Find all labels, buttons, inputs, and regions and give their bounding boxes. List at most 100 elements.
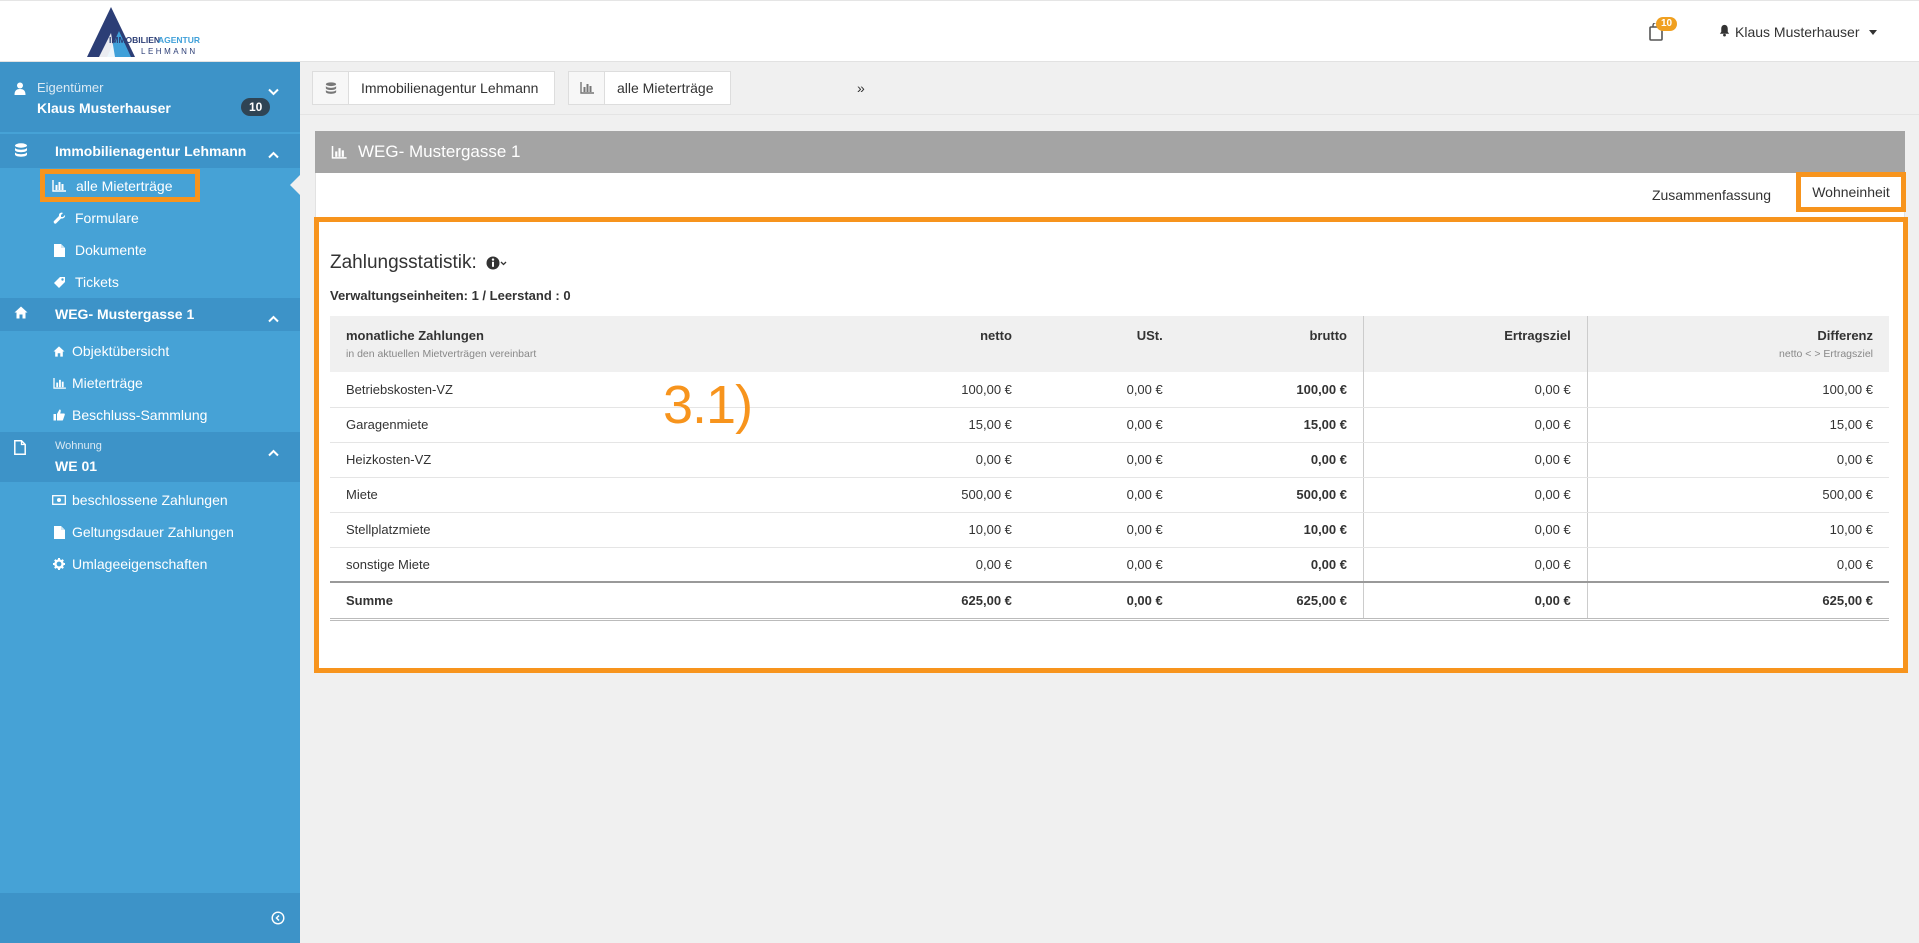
panel-tabs: Zusammenfassung xyxy=(315,173,1905,218)
sidebar-item-objektuebersicht[interactable]: Objektübersicht xyxy=(0,335,300,367)
database-icon xyxy=(313,72,349,104)
breadcrumb: Immobilienagentur Lehmann » alle Mietert… xyxy=(300,62,1919,115)
table-sum-row: Summe 625,00 €0,00 €625,00 €0,00 €625,00 … xyxy=(330,581,1889,621)
cell-ust: 0,00 € xyxy=(1027,372,1179,408)
sidebar-item-geltungsdauer-zahlungen[interactable]: Geltungsdauer Zahlungen xyxy=(0,516,300,548)
statistics-heading: Zahlungsstatistik: xyxy=(330,252,508,274)
sidebar-item-beschluss-sammlung[interactable]: Beschluss-Sammlung xyxy=(0,399,300,431)
tab-zusammenfassung[interactable]: Zusammenfassung xyxy=(1652,187,1771,203)
svg-text:LEHMANN: LEHMANN xyxy=(141,47,198,56)
step-annotation: 3.1) xyxy=(663,375,753,435)
sidebar-item-label: Mieterträge xyxy=(72,375,143,391)
bar-chart-icon xyxy=(52,179,66,192)
cell-differenz: 0,00 € xyxy=(1587,442,1889,478)
chevron-up-icon[interactable] xyxy=(268,445,279,460)
sidebar-group-weg[interactable]: WEG- Mustergasse 1 xyxy=(0,298,300,331)
owner-count-badge: 10 xyxy=(241,98,271,116)
user-name: Klaus Musterhauser xyxy=(1735,24,1860,40)
cell-ertragsziel: 0,00 € xyxy=(1363,442,1588,478)
cell-netto: 100,00 € xyxy=(873,372,1028,408)
cell-label: Miete xyxy=(330,477,874,513)
cell-netto: 500,00 € xyxy=(873,477,1028,513)
active-indicator xyxy=(290,175,300,195)
column-header-ust: USt. xyxy=(1136,328,1163,343)
management-units-summary: Verwaltungseinheiten: 1 / Leerstand : 0 xyxy=(330,288,571,303)
cell-brutto: 500,00 € xyxy=(1178,477,1364,513)
cell-ertragsziel: 0,00 € xyxy=(1363,372,1588,408)
cell-differenz: 0,00 € xyxy=(1587,547,1889,583)
sidebar-item-umlageeigenschaften[interactable]: Umlageeigenschaften xyxy=(0,548,300,580)
sidebar-item-label: Geltungsdauer Zahlungen xyxy=(72,524,234,540)
sidebar-item-label: Objektübersicht xyxy=(72,343,170,359)
cell-ertragsziel: 0,00 € xyxy=(1363,477,1588,513)
collapse-sidebar-icon[interactable] xyxy=(271,911,285,928)
cell-ust: 0,00 € xyxy=(1027,512,1179,548)
table-row: Betriebskosten-VZ 100,00 €0,00 €100,00 €0… xyxy=(330,372,1889,408)
sidebar-group-title: WE 01 xyxy=(55,458,98,474)
cell-brutto: 100,00 € xyxy=(1178,372,1364,408)
sidebar-item-label: Formulare xyxy=(75,210,139,226)
company-logo[interactable]: IMMOBILIEN AGENTUR LEHMANN xyxy=(85,5,215,59)
sidebar-item-label: Dokumente xyxy=(75,242,147,258)
owner-role: Eigentümer xyxy=(37,80,104,95)
cell-netto: 0,00 € xyxy=(873,547,1028,583)
thumbs-up-icon xyxy=(52,408,66,422)
sidebar-item-mietertraege[interactable]: Mieterträge xyxy=(0,367,300,399)
sidebar-group-agency[interactable]: Immobilienagentur Lehmann xyxy=(0,134,300,168)
sidebar-item-alle-mietertraege[interactable]: alle Mieterträge xyxy=(40,169,200,202)
cell-brutto: 0,00 € xyxy=(1178,547,1364,583)
sidebar-item-tickets[interactable]: Tickets xyxy=(0,266,300,298)
tab-wohneinheit[interactable]: Wohneinheit xyxy=(1796,172,1906,212)
chevron-down-icon[interactable] xyxy=(268,84,279,99)
cell-ust: 0,00 € xyxy=(1027,477,1179,513)
table-row: Stellplatzmiete 10,00 €0,00 €10,00 €0,00 … xyxy=(330,512,1889,548)
cell-ertragsziel: 0,00 € xyxy=(1363,581,1588,621)
cell-ust: 0,00 € xyxy=(1027,442,1179,478)
cell-brutto: 0,00 € xyxy=(1178,442,1364,478)
cell-netto: 10,00 € xyxy=(873,512,1028,548)
breadcrumb-separator: » xyxy=(857,80,865,96)
cell-differenz: 500,00 € xyxy=(1587,477,1889,513)
cell-netto: 625,00 € xyxy=(873,581,1028,621)
chevron-up-icon[interactable] xyxy=(268,311,279,326)
chevron-up-icon[interactable] xyxy=(268,147,279,162)
cell-label: Heizkosten-VZ xyxy=(330,442,874,478)
sidebar-group-subtitle: Wohnung xyxy=(55,440,102,452)
cell-ertragsziel: 0,00 € xyxy=(1363,407,1588,443)
sidebar-item-label: Umlageeigenschaften xyxy=(72,556,208,572)
cell-ust: 0,00 € xyxy=(1027,407,1179,443)
document-icon xyxy=(52,243,66,257)
sidebar-item-label: beschlossene Zahlungen xyxy=(72,492,228,508)
info-icon[interactable] xyxy=(486,255,508,271)
sidebar-item-dokumente[interactable]: Dokumente xyxy=(0,234,300,266)
sidebar-item-label: alle Mieterträge xyxy=(76,177,173,194)
column-header-subtitle: netto < > Ertragsziel xyxy=(1779,348,1873,360)
breadcrumb-label: Immobilienagentur Lehmann xyxy=(361,80,539,96)
sidebar-item-formulare[interactable]: Formulare xyxy=(0,202,300,234)
breadcrumb-item-mietertraege[interactable]: alle Mieterträge xyxy=(568,71,731,105)
owner-profile[interactable]: Eigentümer Klaus Musterhauser 10 xyxy=(0,62,300,132)
cell-brutto: 15,00 € xyxy=(1178,407,1364,443)
cell-label: Garagenmiete xyxy=(330,407,874,443)
cell-label: Summe xyxy=(330,581,874,621)
cell-label: sonstige Miete xyxy=(330,547,874,583)
sidebar-group-wohnung[interactable]: Wohnung WE 01 xyxy=(0,432,300,482)
table-row: sonstige Miete 0,00 €0,00 €0,00 €0,00 €0,… xyxy=(330,547,1889,583)
ticket-icon xyxy=(52,275,66,289)
panel-header: WEG- Mustergasse 1 xyxy=(315,131,1905,173)
sidebar: Eigentümer Klaus Musterhauser 10 Immobil… xyxy=(0,62,300,943)
sidebar-footer xyxy=(0,893,300,943)
cell-netto: 15,00 € xyxy=(873,407,1028,443)
payments-table: monatliche Zahlungen in den aktuellen Mi… xyxy=(330,316,1889,621)
cell-netto: 0,00 € xyxy=(873,442,1028,478)
column-header-payments: monatliche Zahlungen in den aktuellen Mi… xyxy=(330,316,874,372)
bar-chart-icon xyxy=(569,72,605,104)
breadcrumb-item-agency[interactable]: Immobilienagentur Lehmann xyxy=(312,71,556,105)
sidebar-item-beschlossene-zahlungen[interactable]: beschlossene Zahlungen xyxy=(0,484,300,516)
home-icon xyxy=(52,344,66,358)
money-icon xyxy=(52,493,66,507)
payment-statistics-panel: Zahlungsstatistik: Verwaltungseinheiten:… xyxy=(314,217,1908,673)
svg-text:IMMOBILIEN: IMMOBILIEN xyxy=(109,35,160,45)
bell-icon xyxy=(1718,24,1731,40)
user-menu[interactable]: Klaus Musterhauser xyxy=(1718,24,1877,40)
